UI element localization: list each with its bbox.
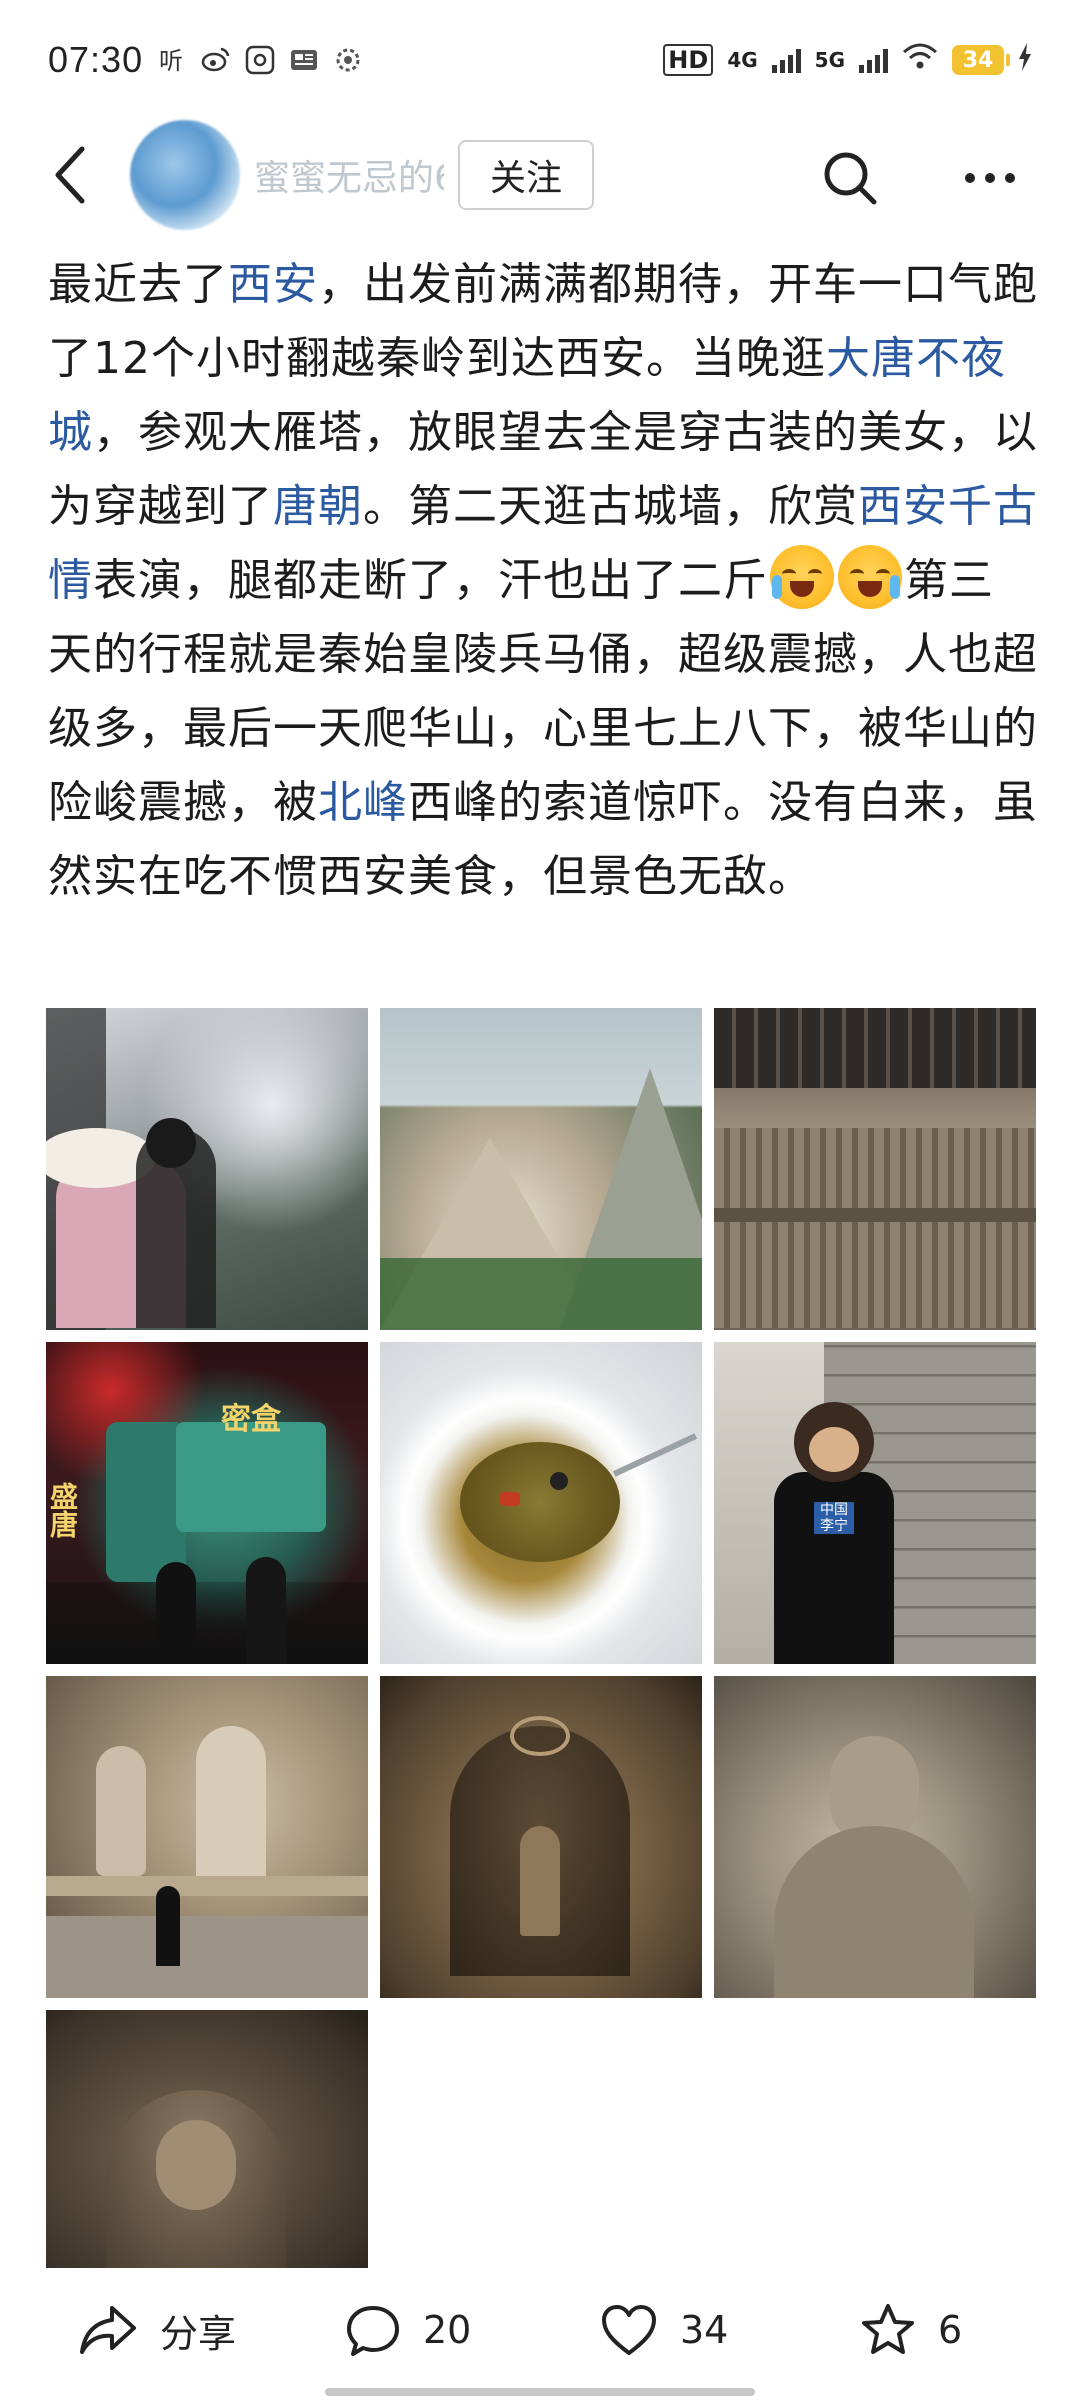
crying-laughing-emoji-icon (770, 545, 834, 609)
dot-icon (965, 173, 975, 183)
topic-link-tang-dynasty[interactable]: 唐朝 (273, 481, 363, 532)
photo-buddha-dark[interactable] (46, 2010, 368, 2268)
status-bar: 07:30 听 HD 4G 5G 34 (0, 0, 1080, 120)
svg-text:听: 听 (159, 47, 183, 75)
crying-laughing-emoji-icon (838, 545, 902, 609)
like-count: 34 (680, 2308, 729, 2352)
more-options-button[interactable] (950, 138, 1030, 218)
star-icon (862, 2304, 914, 2354)
photo-city-wall[interactable]: 中国李宁 (714, 1342, 1036, 1664)
photo-cable-car[interactable] (46, 1008, 368, 1330)
search-icon (824, 152, 877, 205)
dot-icon (1005, 173, 1015, 183)
photo-night-street[interactable]: 密盒 盛唐 (46, 1342, 368, 1664)
at-mention-icon (245, 45, 275, 75)
comment-button[interactable]: 20 (345, 2294, 471, 2366)
weibo-icon (201, 45, 231, 75)
share-button[interactable]: 分享 (78, 2294, 236, 2366)
avatar[interactable] (130, 120, 240, 230)
sign-text-mihe: 密盒 (221, 1402, 281, 1437)
topic-link-xian[interactable]: 西安 (228, 259, 318, 310)
status-left: 07:30 听 (48, 39, 363, 81)
favorite-count: 6 (938, 2308, 963, 2352)
follow-button[interactable]: 关注 (458, 140, 595, 210)
signal-4g-icon (771, 47, 801, 73)
favorite-button[interactable]: 6 (860, 2294, 962, 2366)
status-time: 07:30 (48, 39, 144, 80)
topic-link-north-peak[interactable]: 北峰 (318, 777, 408, 828)
bottom-action-bar: 分享 20 34 6 (0, 2280, 1080, 2380)
photo-terracotta-pit[interactable] (714, 1008, 1036, 1330)
hd-indicator: HD (663, 44, 714, 76)
photo-grotto-cave[interactable] (380, 1676, 702, 1998)
post-text-segment: 最近去了 (48, 259, 228, 310)
share-icon (80, 2306, 136, 2354)
post-text-segment: 。第二天逛古城墙，欣赏 (363, 481, 858, 532)
comment-count: 20 (423, 2308, 472, 2352)
5g-label: 5G (814, 48, 845, 72)
post-body: 最近去了西安，出发前满满都期待，开车一口气跑了12个小时翻越秦岭到达西安。当晚逛… (48, 248, 1038, 914)
comment-icon (347, 2306, 399, 2356)
shirt-text: 中国李宁 (814, 1502, 854, 1534)
username[interactable]: 蜜蜜无忌的666 (254, 149, 444, 201)
sign-text-shengtang: 盛唐 (46, 1482, 79, 1538)
gear-notification-icon (333, 45, 363, 75)
chevron-left-icon (55, 146, 85, 204)
photo-mountain-peak[interactable] (380, 1008, 702, 1330)
heart-icon (602, 2305, 656, 2355)
search-button[interactable] (810, 138, 890, 218)
home-indicator[interactable] (325, 2388, 755, 2396)
back-button[interactable] (40, 135, 100, 215)
photo-buddha-statue[interactable] (714, 1676, 1036, 1998)
like-button[interactable]: 34 (600, 2294, 728, 2366)
4g-label: 4G (727, 48, 758, 72)
wifi-icon (902, 42, 938, 78)
post-text-segment: 表演，腿都走断了，汗也出了二斤 (93, 555, 768, 606)
signal-5g-icon (859, 47, 888, 73)
photo-grotto-statues[interactable] (46, 1676, 368, 1998)
news-icon (289, 45, 319, 75)
charging-icon (1018, 43, 1032, 77)
post-header: 蜜蜜无忌的666 关注 (0, 120, 1080, 230)
status-right: HD 4G 5G 34 (663, 42, 1032, 78)
battery-icon: 34 (952, 45, 1010, 75)
ting-listening-icon: 听 (157, 45, 187, 75)
share-label: 分享 (160, 2311, 237, 2356)
dot-icon (985, 173, 995, 183)
photo-food-bowl[interactable] (380, 1342, 702, 1664)
